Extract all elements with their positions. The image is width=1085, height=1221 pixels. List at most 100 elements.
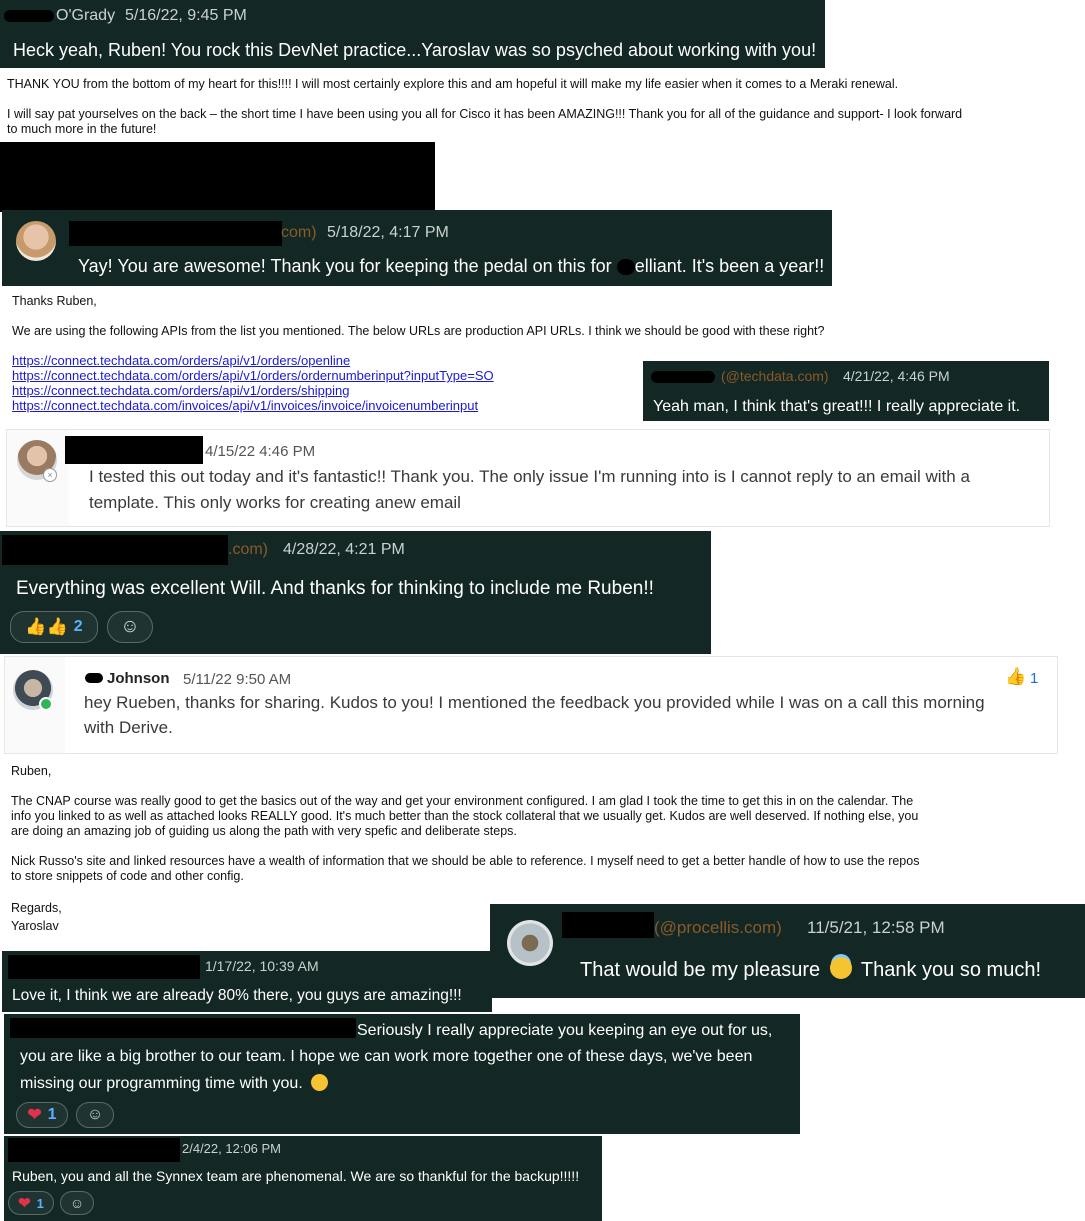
- redacted-letter: [616, 259, 635, 276]
- add-reaction-button[interactable]: ☺: [76, 1102, 114, 1128]
- message-line: with Derive.: [84, 718, 173, 737]
- redacted-name: [8, 955, 200, 979]
- message-line: you are like a big brother to our team. …: [20, 1048, 753, 1065]
- timestamp: 4/15/22 4:46 PM: [205, 443, 316, 460]
- timestamp: 5/18/22, 4:17 PM: [327, 224, 449, 241]
- thumbs-up-icon[interactable]: 👍: [1005, 667, 1026, 687]
- message-line: missing our programming time with you.: [20, 1074, 329, 1093]
- reaction-count: 1: [47, 1106, 57, 1123]
- email-line: The CNAP course was really good to get t…: [11, 794, 914, 808]
- message-part: elliant. It's been a year!!: [634, 256, 825, 276]
- sender-domain: com): [281, 224, 317, 241]
- redacted-name: [8, 1138, 180, 1162]
- message-body: 4/15/22 4:46 PM I tested this out today …: [65, 430, 1049, 526]
- smile-plus-icon: ☺: [120, 616, 140, 637]
- reaction-heart[interactable]: ❤ 1: [16, 1102, 68, 1128]
- reaction-count: 1: [36, 1195, 44, 1211]
- email-line: I will say pat yourselves on the back – …: [7, 107, 963, 121]
- status-available-icon: [39, 697, 53, 711]
- message-line: template. This only works for creating a…: [89, 493, 461, 512]
- timestamp: 1/17/22, 10:39 AM: [205, 958, 319, 974]
- message-text: Love it, I think we are already 80% ther…: [12, 987, 462, 1004]
- chat-card-tested: × 4/15/22 4:46 PM I tested this out toda…: [6, 429, 1050, 527]
- message-part: That would be my pleasure: [580, 959, 821, 981]
- api-link[interactable]: https://connect.techdata.com/orders/api/…: [12, 353, 494, 368]
- chat-card-procellis: (@procellis.com) 11/5/21, 12:58 PM That …: [490, 904, 1085, 998]
- api-link[interactable]: https://connect.techdata.com/invoices/ap…: [12, 398, 494, 413]
- reaction-count: 2: [73, 618, 83, 635]
- reaction-thumbs-up[interactable]: 👍 👍 2: [10, 611, 98, 643]
- message-text: That would be my pleasure Thank you so m…: [580, 957, 1041, 982]
- api-link-list: https://connect.techdata.com/orders/api/…: [12, 353, 494, 413]
- heart-icon: ❤: [27, 1105, 42, 1124]
- message-line: hey Rueben, thanks for sharing. Kudos to…: [84, 693, 985, 712]
- sender-domain: (@procellis.com): [654, 918, 782, 937]
- reaction-count: 1: [1030, 670, 1039, 687]
- email-paragraph: The CNAP course was really good to get t…: [11, 794, 918, 839]
- thumbs-up-icon: 👍: [46, 617, 68, 636]
- sender-domain: (@techdata.com): [721, 368, 829, 384]
- angel-smile-icon: [829, 957, 852, 979]
- thumbs-up-icon: 👍: [25, 617, 47, 636]
- email-signature: Yaroslav: [11, 919, 59, 933]
- message-part: Yay! You are awesome! Thank you for keep…: [78, 256, 617, 276]
- email-line: info you linked to as well as attached l…: [11, 809, 919, 823]
- api-link[interactable]: https://connect.techdata.com/orders/api/…: [12, 383, 494, 398]
- message-line: Seriously I really appreciate you keepin…: [357, 1022, 773, 1039]
- email-line: to store snippets of code and other conf…: [11, 869, 244, 883]
- avatar: [16, 221, 56, 261]
- chat-card-techdata: (@techdata.com) 4/21/22, 4:46 PM Yeah ma…: [643, 361, 1049, 421]
- chat-card-excellent: .com) 4/28/22, 4:21 PM Everything was ex…: [0, 531, 711, 654]
- timestamp: 5/11/22 9:50 AM: [183, 671, 292, 688]
- status-away-icon: ×: [43, 468, 57, 482]
- redacted-name: [562, 912, 654, 938]
- heart-icon: ❤: [18, 1195, 31, 1212]
- message-text: Ruben, you and all the Synnex team are p…: [12, 1168, 580, 1184]
- sender-name: Johnson: [107, 670, 170, 687]
- email-greeting: Thanks Ruben,: [12, 294, 97, 308]
- redacted-name: [651, 371, 715, 383]
- message-body: Johnson 5/11/22 9:50 AM 👍 1 hey Rueben, …: [65, 657, 1057, 753]
- email-line: THANK YOU from the bottom of my heart fo…: [7, 77, 899, 91]
- chat-card-yay: com) 5/18/22, 4:17 PM Yay! You are aweso…: [2, 210, 832, 286]
- redacted-name: [2, 535, 228, 565]
- message-text: Everything was excellent Will. And thank…: [16, 578, 654, 599]
- api-link[interactable]: https://connect.techdata.com/orders/api/…: [12, 368, 494, 383]
- avatar: [507, 920, 553, 966]
- message-text: Yay! You are awesome! Thank you for keep…: [78, 256, 824, 277]
- smile-emoji-icon: [311, 1074, 329, 1091]
- timestamp: 4/21/22, 4:46 PM: [843, 368, 950, 384]
- sender-name: O'Grady: [56, 7, 116, 24]
- email-line: are doing an amazing job of guiding us a…: [11, 824, 517, 838]
- chat-card-big-brother: Seriously I really appreciate you keepin…: [4, 1014, 800, 1134]
- redacted-name: [10, 1018, 356, 1038]
- chat-card-synnex: 2/4/22, 12:06 PM Ruben, you and all the …: [4, 1136, 602, 1221]
- message-text: Heck yeah, Ruben! You rock this DevNet p…: [13, 40, 817, 60]
- smile-plus-icon: ☺: [86, 1106, 104, 1123]
- redacted-name: [4, 10, 54, 22]
- message-text: Yeah man, I think that's great!!! I real…: [653, 398, 1021, 415]
- email-paragraph: Nick Russo's site and linked resources h…: [11, 854, 919, 884]
- add-reaction-button[interactable]: ☺: [107, 611, 153, 643]
- add-reaction-button[interactable]: ☺: [60, 1191, 94, 1215]
- reaction-heart[interactable]: ❤ 1: [8, 1191, 54, 1215]
- timestamp: 11/5/21, 12:58 PM: [807, 918, 945, 937]
- chat-card-ogrady: O'Grady 5/16/22, 9:45 PM Heck yeah, Rube…: [0, 0, 825, 68]
- timestamp: 4/28/22, 4:21 PM: [283, 541, 405, 558]
- email-body: We are using the following APIs from the…: [12, 324, 825, 338]
- message-part: missing our programming time with you.: [20, 1075, 303, 1092]
- email-line: to much more in the future!: [7, 122, 157, 136]
- redacted-name: [65, 436, 203, 464]
- email-line: Nick Russo's site and linked resources h…: [11, 854, 920, 868]
- email-greeting: Ruben,: [11, 764, 52, 778]
- smile-plus-icon: ☺: [69, 1195, 85, 1211]
- message-line: I tested this out today and it's fantast…: [89, 467, 970, 486]
- redacted-block: [0, 142, 435, 212]
- chat-card-johnson: Johnson 5/11/22 9:50 AM 👍 1 hey Rueben, …: [4, 656, 1058, 754]
- redacted-name: [85, 673, 103, 683]
- email-closing: Regards,: [11, 901, 62, 915]
- chat-card-80-percent: 1/17/22, 10:39 AM Love it, I think we ar…: [2, 951, 492, 1012]
- message-part: Thank you so much!: [860, 959, 1041, 981]
- redacted-name: [69, 221, 282, 246]
- timestamp: 5/16/22, 9:45 PM: [125, 7, 247, 24]
